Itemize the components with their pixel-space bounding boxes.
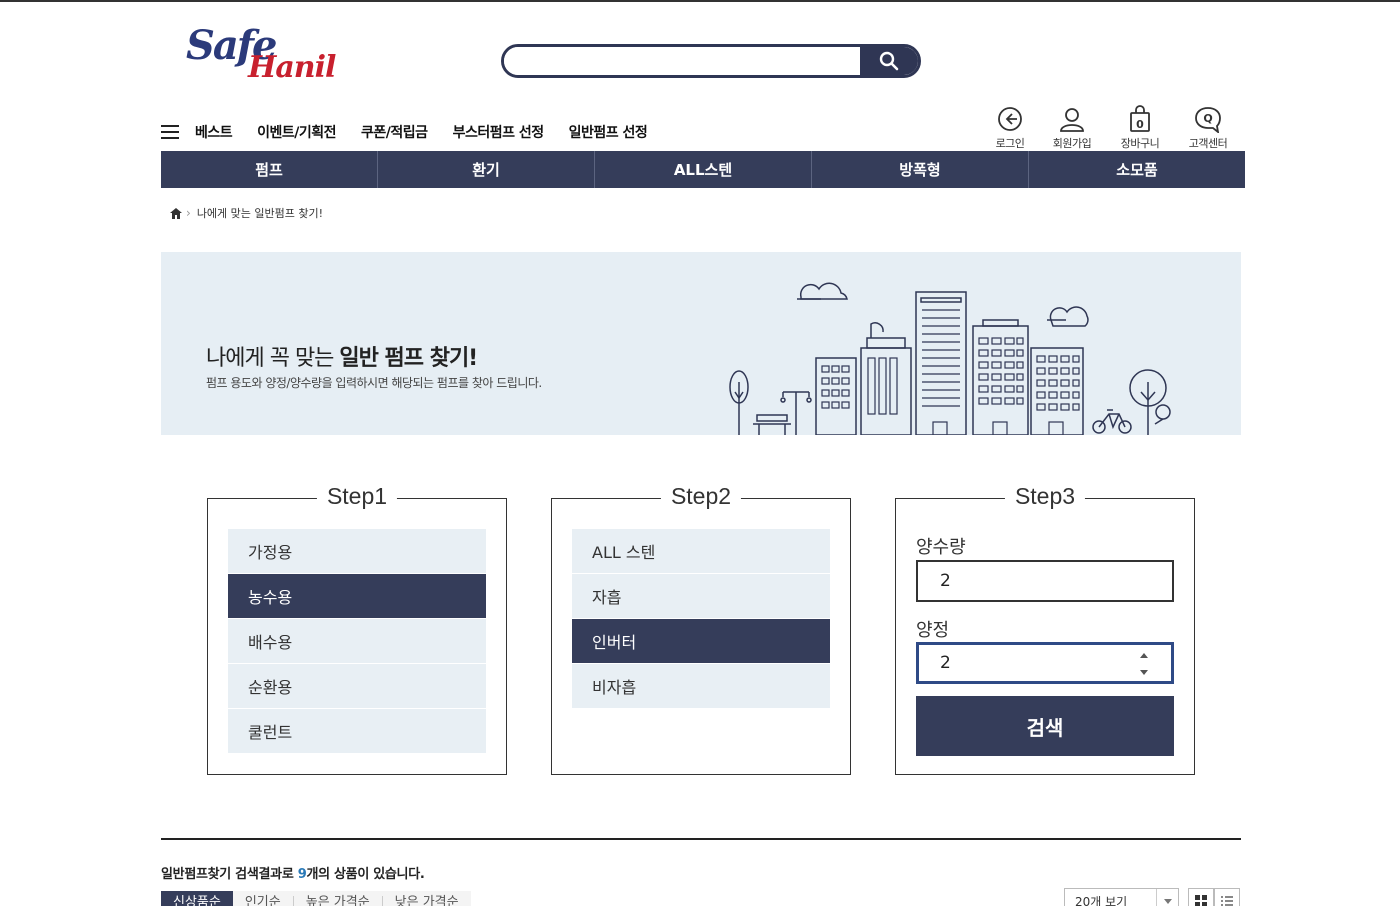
step1-option-agriculture[interactable]: 농수용: [228, 574, 486, 618]
chevron-right-icon: ›: [186, 206, 191, 220]
step1-title: Step1: [316, 483, 398, 510]
grid-icon: [1195, 895, 1207, 906]
banner-title: 나에게 꼭 맞는 일반 펌프 찾기!: [206, 340, 478, 372]
step2-options: ALL 스텐 자흡 인버터 비자흡: [572, 529, 830, 709]
support-label: 고객센터: [1188, 137, 1228, 150]
login-label: 로그인: [995, 137, 1025, 150]
step2-title: Step2: [660, 483, 742, 510]
cart-count: 0: [1136, 118, 1144, 131]
nav-item-best[interactable]: 베스트: [195, 122, 233, 142]
cart-label: 장바구니: [1120, 137, 1160, 150]
category-all-stainless[interactable]: ALL스텐: [595, 151, 812, 188]
cart-link[interactable]: 0 장바구니: [1110, 105, 1170, 151]
menu-icon[interactable]: [161, 125, 179, 139]
step3-title: Step3: [1004, 483, 1086, 510]
banner-title-bold: 일반 펌프 찾기!: [339, 346, 478, 371]
category-pump[interactable]: 펌프: [161, 151, 378, 188]
search-icon: [879, 51, 899, 71]
category-bar: 펌프 환기 ALL스텐 방폭형 소모품: [161, 151, 1245, 188]
sort-tab-price-low[interactable]: 낮은 가격순: [383, 896, 471, 906]
step2-option-all-stainless[interactable]: ALL 스텐: [572, 529, 830, 573]
step1-options: 가정용 농수용 배수용 순환용 쿨런트: [228, 529, 486, 754]
list-view-button[interactable]: [1214, 888, 1240, 906]
result-suffix: 개의 상품이 있습니다.: [306, 867, 425, 882]
login-icon: [998, 107, 1022, 131]
head-input[interactable]: 2: [916, 642, 1174, 684]
result-prefix: 일반펌프찾기 검색결과로: [161, 867, 298, 882]
flow-rate-value: 2: [940, 571, 951, 591]
category-explosion-proof[interactable]: 방폭형: [812, 151, 1029, 188]
site-search: [501, 44, 921, 78]
step2-option-non-self-priming[interactable]: 비자흡: [572, 664, 830, 708]
step1-panel: Step1 가정용 농수용 배수용 순환용 쿨런트: [207, 483, 507, 775]
hero-banner: 나에게 꼭 맞는 일반 펌프 찾기! 펌프 용도와 양정/양수량을 입력하시면 …: [161, 252, 1241, 435]
site-logo[interactable]: Safe Hanil: [186, 20, 356, 94]
head-label: 양정: [916, 620, 950, 641]
join-label: 회원가입: [1052, 137, 1092, 150]
join-link[interactable]: 회원가입: [1042, 105, 1102, 151]
search-input[interactable]: [504, 47, 860, 75]
stepper-down-icon[interactable]: [1140, 670, 1148, 675]
breadcrumb: › 나에게 맞는 일반펌프 찾기!: [170, 205, 323, 221]
step2-panel: Step2 ALL 스텐 자흡 인버터 비자흡: [551, 483, 851, 775]
chat-bubble-icon: Q: [1195, 107, 1221, 133]
home-icon[interactable]: [170, 207, 182, 219]
logo-word-hanil: Hanil: [248, 50, 336, 85]
flow-rate-input[interactable]: 2: [916, 560, 1174, 602]
nav-item-booster-pump[interactable]: 부스터펌프 선정: [453, 122, 545, 142]
step2-option-inverter[interactable]: 인버터: [572, 619, 830, 663]
banner-subtitle: 펌프 용도와 양정/양수량을 입력하시면 해당되는 펌프를 찾아 드립니다.: [206, 376, 542, 390]
step1-option-circulation[interactable]: 순환용: [228, 664, 486, 708]
result-summary: 일반펌프찾기 검색결과로 9개의 상품이 있습니다.: [161, 863, 425, 882]
login-link[interactable]: 로그인: [980, 105, 1040, 151]
main-nav: 베스트 이벤트/기획전 쿠폰/적립금 부스터펌프 선정 일반펌프 선정: [161, 120, 672, 144]
nav-item-coupons[interactable]: 쿠폰/적립금: [361, 122, 428, 142]
shopping-bag-icon: 0: [1130, 105, 1150, 132]
category-consumables[interactable]: 소모품: [1029, 151, 1245, 188]
support-glyph: Q: [1203, 112, 1212, 125]
sort-tab-popular[interactable]: 인기순: [233, 896, 294, 906]
grid-view-button[interactable]: [1188, 888, 1214, 906]
sort-tab-price-high[interactable]: 높은 가격순: [294, 896, 383, 906]
number-stepper[interactable]: [1138, 653, 1150, 675]
chevron-down-icon: [1156, 889, 1178, 906]
list-icon: [1221, 896, 1233, 906]
step1-option-home[interactable]: 가정용: [228, 529, 486, 573]
flow-rate-label: 양수량: [916, 537, 966, 558]
top-border: [0, 0, 1400, 2]
step2-option-self-priming[interactable]: 자흡: [572, 574, 830, 618]
city-illustration: [729, 282, 1171, 435]
breadcrumb-current: 나에게 맞는 일반펌프 찾기!: [196, 207, 324, 220]
nav-item-events[interactable]: 이벤트/기획전: [257, 122, 336, 142]
user-icon: [1060, 108, 1084, 132]
category-ventilation[interactable]: 환기: [378, 151, 595, 188]
nav-item-general-pump[interactable]: 일반펌프 선정: [569, 122, 648, 142]
step1-option-drainage[interactable]: 배수용: [228, 619, 486, 663]
support-link[interactable]: Q 고객센터: [1178, 105, 1238, 151]
per-page-select[interactable]: 20개 보기: [1064, 888, 1179, 906]
sort-tab-newest[interactable]: 신상품순: [161, 891, 233, 906]
search-submit-button[interactable]: 검색: [916, 696, 1174, 756]
banner-title-normal: 나에게 꼭 맞는: [206, 346, 340, 371]
results-divider: [161, 838, 1241, 840]
step3-panel: Step3 양수량 2 양정 2 검색: [895, 483, 1195, 775]
search-button[interactable]: [860, 47, 918, 75]
step1-option-coolant[interactable]: 쿨런트: [228, 709, 486, 753]
head-value: 2: [940, 653, 951, 673]
stepper-up-icon[interactable]: [1140, 653, 1148, 658]
per-page-value: 20개 보기: [1075, 894, 1128, 906]
sort-tabs: 신상품순 인기순 높은 가격순 낮은 가격순: [161, 891, 471, 906]
